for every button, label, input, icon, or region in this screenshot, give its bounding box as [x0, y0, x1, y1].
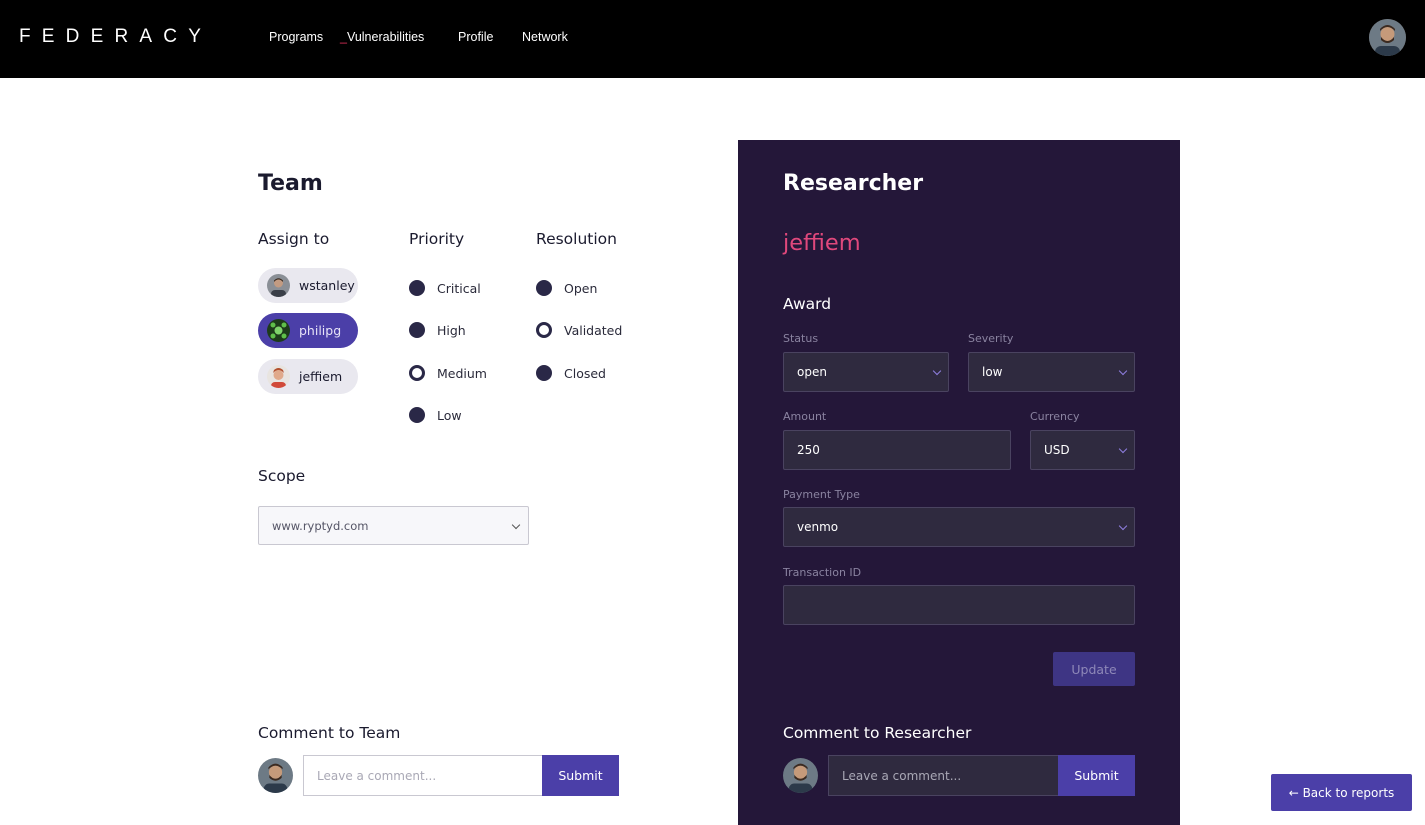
resolution-option-closed[interactable]: Closed: [536, 365, 606, 381]
radio-label: Low: [437, 407, 462, 423]
radio-button[interactable]: [536, 280, 552, 296]
amount-input[interactable]: 250: [783, 430, 1011, 470]
chevron-down-icon: [1118, 521, 1128, 531]
radio-button[interactable]: [409, 280, 425, 296]
radio-button[interactable]: [536, 365, 552, 381]
avatar: [267, 319, 290, 342]
user-avatar[interactable]: [1369, 19, 1406, 56]
priority-option-critical[interactable]: Critical: [409, 280, 481, 296]
amount-value: 250: [797, 443, 820, 457]
currency-value: USD: [1044, 443, 1070, 457]
avatar: [267, 365, 290, 388]
chevron-down-icon: [1118, 366, 1128, 376]
payment-type-label: Payment Type: [783, 488, 860, 501]
award-title: Award: [783, 295, 832, 313]
chevron-down-icon: [932, 366, 942, 376]
nav-item-vulnerabilities[interactable]: _Vulnerabilities: [340, 30, 424, 44]
researcher-title: Researcher: [783, 171, 924, 196]
researcher-panel: Researcher jeffiem Award Status open Sev…: [738, 140, 1180, 825]
commenter-avatar: [783, 758, 818, 793]
assignee-pill-wstanley[interactable]: wstanley: [258, 268, 358, 303]
radio-button-selected[interactable]: [536, 322, 552, 338]
payment-type-select[interactable]: venmo: [783, 507, 1135, 547]
nav-label: Profile: [458, 30, 494, 44]
scope-value: www.ryptyd.com: [272, 518, 369, 533]
commenter-avatar: [258, 758, 293, 793]
avatar-image: [1369, 19, 1406, 56]
priority-option-high[interactable]: High: [409, 322, 466, 338]
chevron-down-icon: [511, 520, 521, 530]
currency-select[interactable]: USD: [1030, 430, 1135, 470]
nav-item-network[interactable]: Network: [522, 30, 568, 44]
severity-select[interactable]: low: [968, 352, 1135, 392]
nav-label: Programs: [269, 30, 324, 44]
status-select[interactable]: open: [783, 352, 949, 392]
resolution-option-open[interactable]: Open: [536, 280, 597, 296]
payment-type-value: venmo: [797, 520, 839, 534]
currency-label: Currency: [1030, 410, 1080, 423]
radio-button[interactable]: [409, 322, 425, 338]
nav-label: Vulnerabilities: [346, 30, 425, 44]
priority-option-low[interactable]: Low: [409, 407, 462, 423]
researcher-name[interactable]: jeffiem: [783, 230, 861, 256]
assignee-name: jeffiem: [299, 369, 343, 384]
top-navbar: FEDERACY Programs _Vulnerabilities Profi…: [0, 0, 1425, 78]
radio-label: Closed: [564, 365, 606, 381]
federacy-logo[interactable]: FEDERACY: [19, 26, 212, 48]
scope-select[interactable]: www.ryptyd.com: [258, 506, 529, 545]
resolution-title: Resolution: [536, 230, 617, 248]
priority-title: Priority: [409, 230, 465, 248]
nav-item-profile[interactable]: Profile: [458, 30, 493, 44]
radio-button-selected[interactable]: [409, 365, 425, 381]
researcher-comment-submit-button[interactable]: Submit: [1058, 755, 1135, 796]
radio-label: High: [437, 322, 466, 338]
nav-item-programs[interactable]: Programs: [269, 30, 323, 44]
assignee-pill-jeffiem[interactable]: jeffiem: [258, 359, 358, 394]
scope-title: Scope: [258, 467, 306, 485]
update-button[interactable]: Update: [1053, 652, 1135, 686]
assignee-pill-philipg[interactable]: philipg: [258, 313, 358, 348]
assignee-name: philipg: [299, 323, 342, 338]
chevron-down-icon: [1118, 444, 1128, 454]
radio-button[interactable]: [409, 407, 425, 423]
nav-label: Network: [522, 30, 568, 44]
resolution-option-validated[interactable]: Validated: [536, 322, 622, 338]
active-marker: _: [340, 30, 347, 44]
comment-to-team-title: Comment to Team: [258, 724, 401, 742]
avatar: [267, 274, 290, 297]
radio-label: Medium: [437, 365, 487, 381]
severity-label: Severity: [968, 332, 1014, 345]
radio-label: Validated: [564, 322, 623, 338]
severity-value: low: [982, 365, 1003, 379]
radio-label: Open: [564, 280, 598, 296]
team-title: Team: [258, 171, 323, 196]
back-to-reports-button[interactable]: ← Back to reports: [1271, 774, 1412, 811]
status-label: Status: [783, 332, 819, 345]
team-comment-submit-button[interactable]: Submit: [542, 755, 619, 796]
assign-to-title: Assign to: [258, 230, 330, 248]
researcher-comment-input[interactable]: [828, 755, 1059, 796]
status-value: open: [797, 365, 827, 379]
transaction-id-label: Transaction ID: [783, 566, 862, 579]
assignee-name: wstanley: [299, 278, 355, 293]
priority-option-medium[interactable]: Medium: [409, 365, 487, 381]
team-comment-input[interactable]: [303, 755, 543, 796]
radio-label: Critical: [437, 280, 481, 296]
amount-label: Amount: [783, 410, 827, 423]
comment-to-researcher-title: Comment to Researcher: [783, 724, 972, 742]
transaction-id-input[interactable]: [783, 585, 1135, 625]
